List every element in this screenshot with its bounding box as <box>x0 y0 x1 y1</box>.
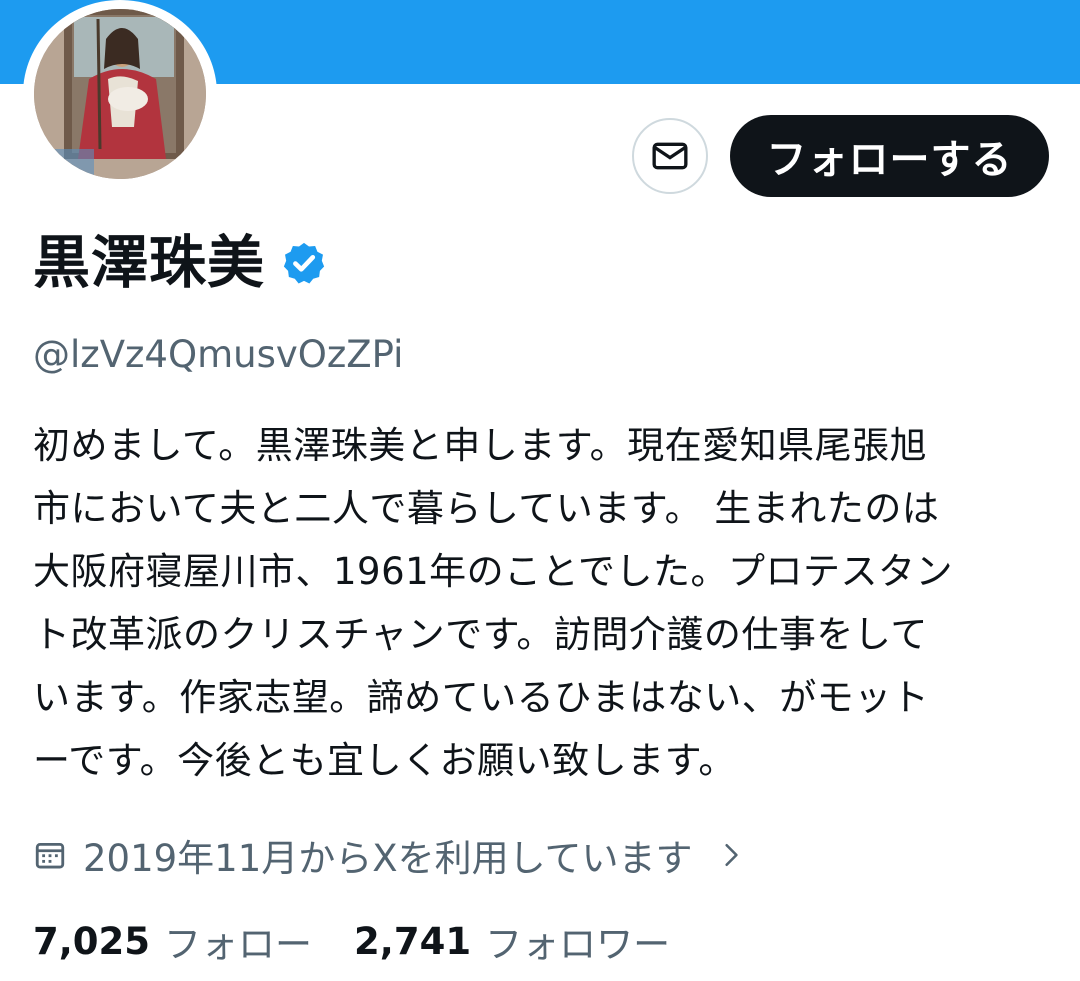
message-button[interactable] <box>632 118 708 194</box>
profile-bio: 初めまして。黒澤珠美と申します。現在愛知県尾張旭 市において夫と二人で暮らしてい… <box>33 424 954 782</box>
verified-badge-icon[interactable] <box>281 240 327 286</box>
joined-date-row[interactable]: 2019年11月からXを利用しています <box>33 830 744 880</box>
following-link[interactable]: 7,025 フォロー <box>33 914 312 968</box>
calendar-icon <box>35 842 65 869</box>
avatar-image <box>34 9 206 179</box>
user-handle: @lzVz4QmusvOzZPi <box>33 333 404 376</box>
profile-page: フォローする 黒澤珠美 @lzVz4QmusvOzZPi 初めまして。黒澤珠美と… <box>0 0 1080 981</box>
avatar[interactable] <box>34 9 206 179</box>
follow-stats: 7,025 フォロー 2,741 フォロワー <box>33 915 712 967</box>
followers-count: 2,741 <box>354 919 472 963</box>
following-label: フォロー <box>164 923 313 966</box>
chevron-right-icon <box>725 843 739 867</box>
following-count: 7,025 <box>33 919 151 963</box>
followers-link[interactable]: 2,741 フォロワー <box>354 914 670 968</box>
followers-label: フォロワー <box>485 923 671 966</box>
mail-icon <box>652 142 688 170</box>
display-name: 黒澤珠美 <box>33 230 265 296</box>
follow-button[interactable]: フォローする <box>730 115 1049 197</box>
name-row: 黒澤珠美 <box>33 228 327 298</box>
joined-date-text: 2019年11月からXを利用しています <box>83 837 693 880</box>
